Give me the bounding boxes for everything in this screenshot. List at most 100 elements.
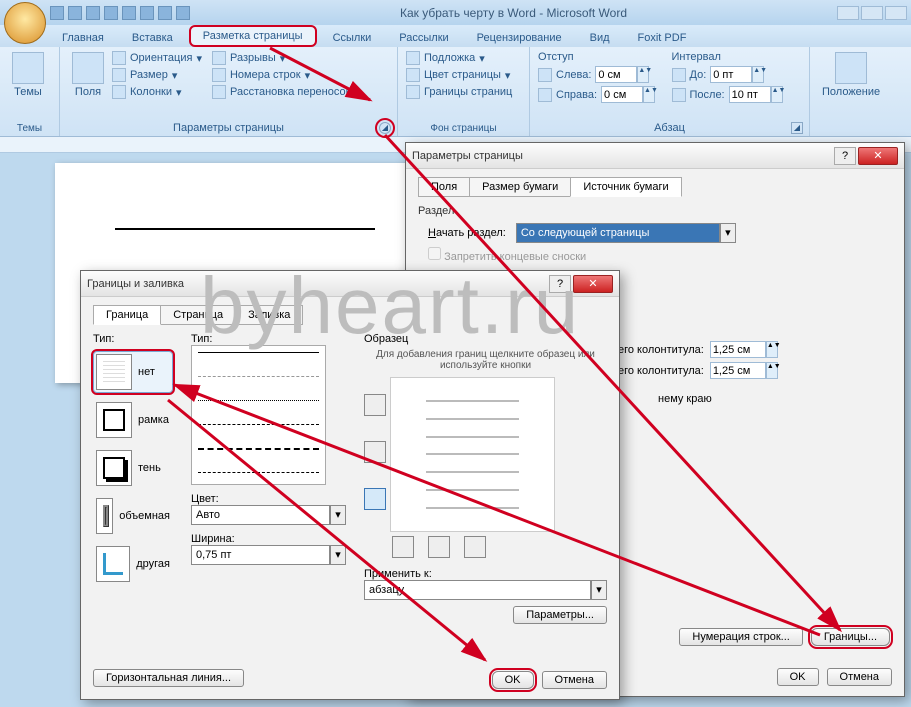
border-middle-toggle[interactable]	[364, 441, 386, 463]
horizontal-line-button[interactable]: Горизонтальная линия...	[93, 669, 244, 687]
tab-fields[interactable]: Поля	[418, 177, 470, 197]
close-button[interactable]: ✕	[858, 147, 898, 165]
size-label: Размер	[130, 69, 168, 81]
qat-icon[interactable]	[104, 6, 118, 20]
breaks-button[interactable]: Разрывы ▾	[210, 50, 363, 66]
borders-button[interactable]: Границы...	[811, 628, 890, 646]
themes-button[interactable]: Темы	[6, 50, 50, 122]
orientation-button[interactable]: Ориентация ▾	[110, 50, 204, 66]
save-icon[interactable]	[50, 6, 64, 20]
tab-shading[interactable]: Заливка	[235, 305, 303, 325]
tab-mailings[interactable]: Рассылки	[387, 29, 460, 47]
spin-icon[interactable]: ▲▼	[752, 66, 764, 83]
qat-icon[interactable]	[122, 6, 136, 20]
cancel-button[interactable]: Отмена	[542, 671, 607, 689]
page-color-icon	[406, 68, 420, 82]
line-numbers-button[interactable]: Номера строк ▾	[210, 67, 363, 83]
spin-up-icon[interactable]: ▲▼	[637, 66, 649, 83]
space-before-input[interactable]	[710, 66, 752, 83]
tab-home[interactable]: Главная	[50, 29, 116, 47]
tab-foxit[interactable]: Foxit PDF	[626, 29, 699, 47]
spin-icon[interactable]: ▲▼	[771, 86, 783, 103]
paragraph-launcher[interactable]: ◢	[791, 122, 803, 134]
dialog-title: Границы и заливка	[87, 278, 549, 290]
ok-button[interactable]: OK	[492, 671, 534, 689]
help-button[interactable]: ?	[834, 147, 856, 165]
chevron-down-icon[interactable]: ▾	[330, 545, 346, 565]
watermark-button[interactable]: Подложка ▾	[404, 50, 514, 66]
hyphenation-button[interactable]: Расстановка переносов ▾	[210, 84, 363, 100]
spin-icon[interactable]: ▲▼	[766, 341, 778, 358]
qat-icon[interactable]	[140, 6, 154, 20]
tab-view[interactable]: Вид	[578, 29, 622, 47]
columns-icon	[112, 85, 126, 99]
page-borders-button[interactable]: Границы страниц	[404, 84, 514, 100]
help-button[interactable]: ?	[549, 275, 571, 293]
border-type-custom[interactable]: другая	[93, 543, 173, 585]
close-button[interactable]	[885, 6, 907, 20]
border-type-none[interactable]: нет	[93, 351, 173, 393]
border-bottom-toggle[interactable]	[364, 488, 386, 510]
size-button[interactable]: Размер ▾	[110, 67, 204, 83]
margins-icon	[72, 52, 104, 84]
apply-to-combo[interactable]: абзацу▾	[364, 580, 607, 600]
ok-button[interactable]: OK	[777, 668, 819, 686]
page-color-button[interactable]: Цвет страницы ▾	[404, 67, 514, 83]
close-button[interactable]: ✕	[573, 275, 613, 293]
tab-page-layout[interactable]: Разметка страницы	[189, 25, 317, 47]
columns-label: Колонки	[130, 86, 172, 98]
border-left-toggle[interactable]	[392, 536, 414, 558]
line-style-list[interactable]	[191, 345, 326, 485]
qat-icon[interactable]	[176, 6, 190, 20]
border-type-box[interactable]: рамка	[93, 399, 173, 441]
border-right-toggle[interactable]	[464, 536, 486, 558]
line-numbers-icon	[212, 68, 226, 82]
minimize-button[interactable]	[837, 6, 859, 20]
space-after-input[interactable]	[729, 86, 771, 103]
tab-border[interactable]: Граница	[93, 305, 161, 325]
border-center-toggle[interactable]	[428, 536, 450, 558]
quick-access-toolbar	[50, 6, 190, 20]
options-button[interactable]: Параметры...	[513, 606, 607, 624]
indent-left-input[interactable]	[595, 66, 637, 83]
tab-review[interactable]: Рецензирование	[465, 29, 574, 47]
indent-right-input[interactable]	[601, 86, 643, 103]
vertical-align-value: нему краю	[658, 393, 712, 405]
position-button[interactable]: Положение	[816, 50, 886, 135]
cancel-button[interactable]: Отмена	[827, 668, 892, 686]
footer-distance-label: его колонтитула:	[618, 365, 704, 377]
header-distance-input[interactable]	[710, 341, 766, 358]
tab-paper-source[interactable]: Источник бумаги	[570, 177, 681, 197]
color-combo[interactable]: Авто▾	[191, 505, 346, 525]
size-icon	[112, 68, 126, 82]
maximize-button[interactable]	[861, 6, 883, 20]
border-type-3d[interactable]: объемная	[93, 495, 173, 537]
margins-button[interactable]: Поля	[66, 50, 110, 121]
spacing-label: Интервал	[670, 50, 804, 64]
width-combo[interactable]: 0,75 пт▾	[191, 545, 346, 565]
start-section-combo[interactable]: Со следующей страницы▾	[516, 223, 736, 243]
spin-icon[interactable]: ▲▼	[643, 86, 655, 103]
hyphenation-icon	[212, 85, 226, 99]
space-before-icon	[672, 68, 686, 82]
border-top-toggle[interactable]	[364, 394, 386, 416]
line-numbers-button[interactable]: Нумерация строк...	[679, 628, 802, 646]
tab-references[interactable]: Ссылки	[321, 29, 384, 47]
tab-page-border[interactable]: Страница	[160, 305, 236, 325]
chevron-down-icon[interactable]: ▾	[591, 580, 607, 600]
undo-icon[interactable]	[68, 6, 82, 20]
border-type-shadow[interactable]: тень	[93, 447, 173, 489]
preview-area[interactable]	[390, 377, 555, 532]
qat-icon[interactable]	[158, 6, 172, 20]
columns-button[interactable]: Колонки ▾	[110, 84, 204, 100]
tab-paper[interactable]: Размер бумаги	[469, 177, 571, 197]
chevron-down-icon[interactable]: ▾	[720, 223, 736, 243]
office-button[interactable]	[4, 2, 46, 44]
spin-icon[interactable]: ▲▼	[766, 362, 778, 379]
page-setup-launcher[interactable]: ◢	[379, 122, 391, 134]
tab-insert[interactable]: Вставка	[120, 29, 185, 47]
chevron-down-icon[interactable]: ▾	[330, 505, 346, 525]
redo-icon[interactable]	[86, 6, 100, 20]
page-color-label: Цвет страницы	[424, 69, 501, 81]
footer-distance-input[interactable]	[710, 362, 766, 379]
